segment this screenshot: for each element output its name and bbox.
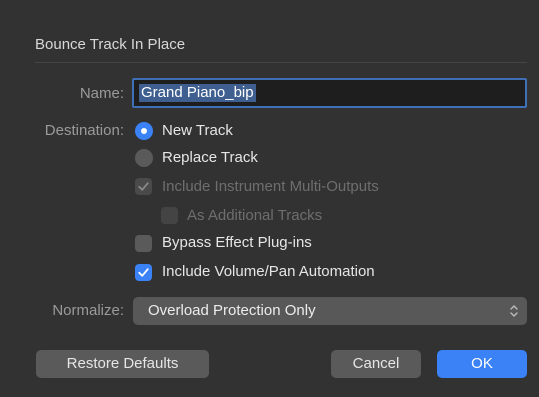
radio-new-track[interactable] [135, 122, 153, 140]
radio-replace-track[interactable] [135, 149, 153, 167]
restore-defaults-button[interactable]: Restore Defaults [36, 350, 209, 378]
ok-button[interactable]: OK [437, 350, 527, 378]
chevron-up-down-icon [510, 305, 518, 317]
title-divider [35, 62, 527, 63]
normalize-popup-value: Overload Protection Only [148, 302, 316, 319]
radio-new-track-label[interactable]: New Track [162, 122, 233, 139]
include-multi-outputs-label: Include Instrument Multi-Outputs [162, 178, 379, 195]
bypass-effect-plugins-label[interactable]: Bypass Effect Plug-ins [162, 234, 312, 251]
cancel-button[interactable]: Cancel [331, 350, 421, 378]
name-field[interactable]: Grand Piano_bip [132, 78, 527, 108]
as-additional-tracks-checkbox[interactable] [161, 207, 178, 224]
destination-label: Destination: [44, 122, 124, 139]
include-volume-pan-checkbox[interactable] [135, 264, 152, 281]
normalize-label: Normalize: [52, 302, 124, 319]
bounce-track-dialog: Bounce Track In Place Name: Grand Piano_… [0, 0, 539, 397]
checkmark-icon [138, 182, 149, 191]
bypass-effect-plugins-checkbox[interactable] [135, 235, 152, 252]
checkmark-icon [138, 268, 149, 277]
name-label: Name: [79, 85, 124, 102]
as-additional-tracks-label: As Additional Tracks [187, 207, 323, 224]
radio-selected-dot [141, 128, 147, 134]
include-multi-outputs-checkbox[interactable] [135, 178, 152, 195]
radio-replace-track-label[interactable]: Replace Track [162, 149, 258, 166]
include-volume-pan-label[interactable]: Include Volume/Pan Automation [162, 263, 375, 280]
name-field-value[interactable]: Grand Piano_bip [139, 84, 256, 102]
normalize-popup[interactable]: Overload Protection Only [133, 297, 527, 325]
dialog-title: Bounce Track In Place [35, 36, 186, 53]
